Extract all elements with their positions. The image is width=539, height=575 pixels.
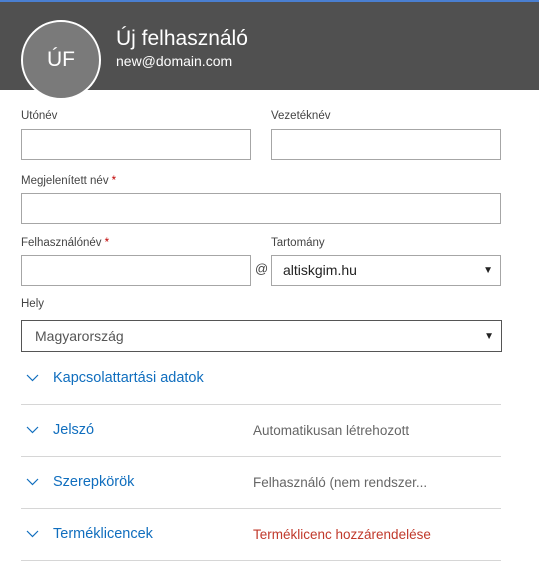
- section-title: Kapcsolattartási adatok: [53, 370, 204, 386]
- domain-dropdown[interactable]: altiskgim.hu ▼: [271, 255, 501, 286]
- section-value: Automatikusan létrehozott: [253, 423, 410, 438]
- avatar: ÚF: [21, 20, 101, 100]
- section-title: Jelszó: [53, 422, 95, 438]
- required-mark: *: [111, 175, 117, 187]
- dropdown-arrow-icon: ▼: [483, 265, 493, 276]
- chevron-down-icon: [26, 374, 39, 382]
- section-product-licenses[interactable]: Terméklicencek Terméklicenc hozzárendelé…: [21, 509, 501, 561]
- last-name-input[interactable]: [271, 129, 501, 160]
- username-input[interactable]: [21, 255, 251, 286]
- section-value: Felhasználó (nem rendszer...: [253, 475, 428, 490]
- chevron-down-icon: [26, 478, 39, 486]
- chevron-down-icon: [26, 426, 39, 434]
- first-name-input[interactable]: [21, 129, 251, 160]
- section-contact-info[interactable]: Kapcsolattartási adatok: [21, 353, 501, 405]
- domain-label: Tartomány: [271, 237, 325, 249]
- dropdown-arrow-icon: ▼: [484, 331, 494, 342]
- last-name-label: Vezetéknév: [271, 110, 331, 122]
- display-name-label-text: Megjelenített név: [21, 175, 109, 187]
- header-email: new@domain.com: [116, 53, 233, 69]
- header-title: Új felhasználó: [116, 27, 248, 50]
- chevron-down-icon: [26, 530, 39, 538]
- location-dropdown[interactable]: Magyarország ▼: [21, 320, 502, 352]
- section-title: Szerepkörök: [53, 474, 135, 490]
- display-name-input[interactable]: [21, 193, 501, 224]
- username-label-text: Felhasználónév: [21, 237, 102, 249]
- section-value: Terméklicenc hozzárendelése: [253, 527, 431, 542]
- required-mark: *: [104, 237, 110, 249]
- username-label: Felhasználónév *: [21, 237, 109, 249]
- location-selected-value: Magyarország: [35, 328, 124, 344]
- first-name-label: Utónév: [21, 110, 58, 122]
- location-label: Hely: [21, 298, 45, 310]
- section-password[interactable]: Jelszó Automatikusan létrehozott: [21, 405, 501, 457]
- domain-selected-value: altiskgim.hu: [283, 262, 357, 278]
- section-roles[interactable]: Szerepkörök Felhasználó (nem rendszer...: [21, 457, 501, 509]
- section-title: Terméklicencek: [53, 526, 153, 542]
- display-name-label: Megjelenített név *: [21, 175, 116, 187]
- at-symbol: @: [255, 261, 269, 276]
